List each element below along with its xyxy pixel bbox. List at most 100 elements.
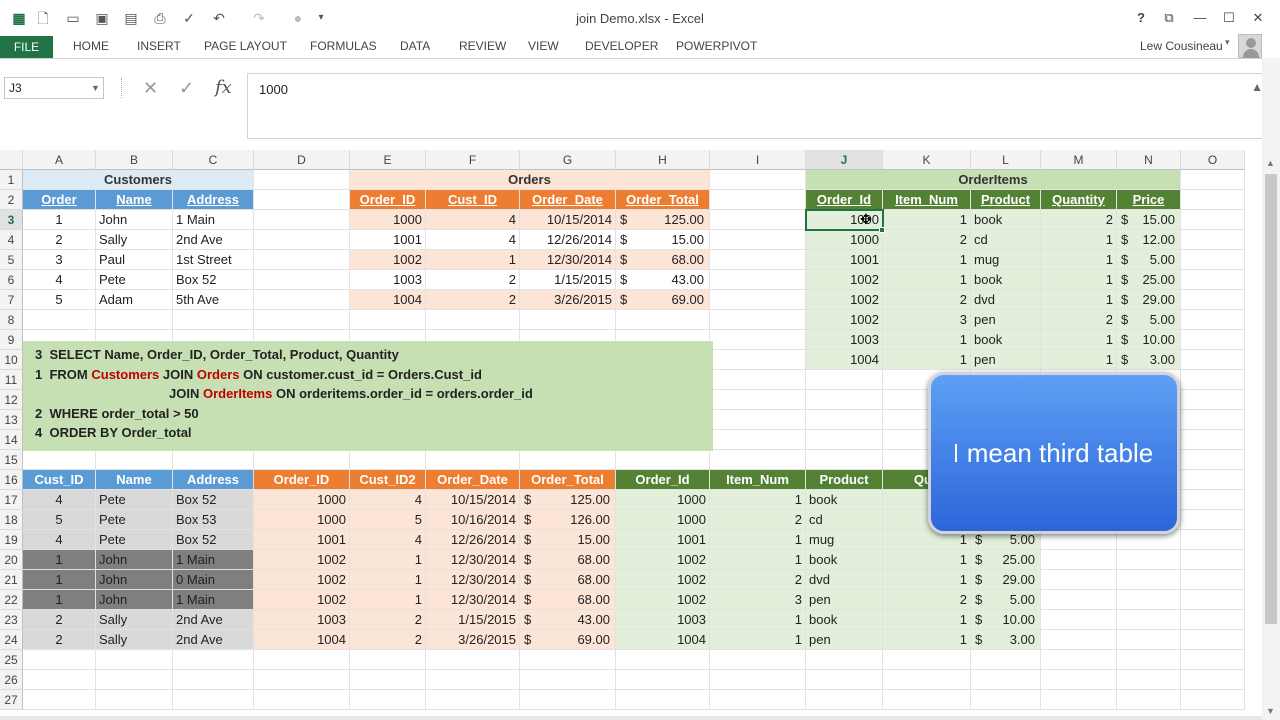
result-address-cell[interactable]: 1 Main [173, 550, 254, 570]
result-custid2-cell[interactable]: 4 [350, 490, 426, 510]
column-header-g[interactable]: G [520, 150, 616, 170]
orderitems-orderid-cell[interactable]: 1001 [806, 250, 883, 270]
result-itemnum-cell[interactable]: 1 [710, 610, 806, 630]
result-orderitem-id-cell[interactable]: 1002 [616, 570, 710, 590]
orderitems-product-cell[interactable]: book [971, 210, 1041, 230]
empty-cell[interactable] [710, 270, 806, 290]
empty-cell[interactable] [23, 310, 96, 330]
orders-id-cell[interactable]: 1004 [350, 290, 426, 310]
column-header-o[interactable]: O [1181, 150, 1245, 170]
empty-cell[interactable] [1181, 610, 1245, 630]
result-quantity-cell[interactable]: 1 [883, 630, 971, 650]
result-date-cell[interactable]: 3/26/2015 [426, 630, 520, 650]
empty-cell[interactable] [96, 650, 173, 670]
row-header-12[interactable]: 12 [0, 390, 23, 410]
customers-name-cell[interactable]: John [96, 210, 173, 230]
result-orderid-cell[interactable]: 1002 [254, 570, 350, 590]
customers-order-cell[interactable]: 2 [23, 230, 96, 250]
orderitems-itemnum-cell[interactable]: 2 [883, 230, 971, 250]
result-date-cell[interactable]: 12/26/2014 [426, 530, 520, 550]
row-header-14[interactable]: 14 [0, 430, 23, 450]
result-orderid-cell[interactable]: 1004 [254, 630, 350, 650]
orderitems-quantity-cell[interactable]: 2 [1041, 310, 1117, 330]
orderitems-product-cell[interactable]: book [971, 270, 1041, 290]
empty-cell[interactable] [254, 690, 350, 710]
row-header-19[interactable]: 19 [0, 530, 23, 550]
empty-cell[interactable] [616, 650, 710, 670]
empty-cell[interactable] [520, 670, 616, 690]
empty-cell[interactable] [710, 430, 806, 450]
result-date-cell[interactable]: 12/30/2014 [426, 590, 520, 610]
result-product-cell[interactable]: mug [806, 530, 883, 550]
empty-cell[interactable] [710, 410, 806, 430]
orderitems-orderid-cell[interactable]: 1003 [806, 330, 883, 350]
orders-id-cell[interactable]: 1002 [350, 250, 426, 270]
empty-cell[interactable] [1117, 650, 1181, 670]
customers-address-cell[interactable]: 1 Main [173, 210, 254, 230]
orderitems-product-cell[interactable]: pen [971, 350, 1041, 370]
empty-cell[interactable] [883, 650, 971, 670]
customers-order-cell[interactable]: 1 [23, 210, 96, 230]
orders-header[interactable]: Order_Date [520, 190, 616, 210]
empty-cell[interactable] [806, 450, 883, 470]
result-custid2-cell[interactable]: 1 [350, 590, 426, 610]
orderitems-quantity-cell[interactable]: 1 [1041, 290, 1117, 310]
customers-name-cell[interactable]: Adam [96, 290, 173, 310]
orders-id-cell[interactable]: 1000 [350, 210, 426, 230]
result-total-cell[interactable]: $43.00 [520, 610, 616, 630]
result-name-cell[interactable]: Pete [96, 510, 173, 530]
empty-cell[interactable] [1041, 650, 1117, 670]
empty-cell[interactable] [1181, 630, 1245, 650]
result-address-cell[interactable]: 0 Main [173, 570, 254, 590]
empty-cell[interactable] [173, 650, 254, 670]
empty-cell[interactable] [23, 650, 96, 670]
column-header-a[interactable]: A [23, 150, 96, 170]
result-header[interactable]: Name [96, 470, 173, 490]
orderitems-price-cell[interactable]: $5.00 [1117, 310, 1181, 330]
tab-data[interactable]: DATA [400, 36, 430, 58]
empty-cell[interactable] [806, 370, 883, 390]
empty-cell[interactable] [254, 190, 350, 210]
empty-cell[interactable] [96, 450, 173, 470]
result-header[interactable]: Order_Id [616, 470, 710, 490]
orderitems-itemnum-cell[interactable]: 1 [883, 250, 971, 270]
row-header-5[interactable]: 5 [0, 250, 23, 270]
result-custid-cell[interactable]: 1 [23, 570, 96, 590]
row-header-24[interactable]: 24 [0, 630, 23, 650]
result-orderid-cell[interactable]: 1000 [254, 510, 350, 530]
empty-cell[interactable] [1041, 570, 1117, 590]
empty-cell[interactable] [426, 690, 520, 710]
column-header-k[interactable]: K [883, 150, 971, 170]
empty-cell[interactable] [254, 450, 350, 470]
orders-title[interactable]: Orders [350, 170, 710, 190]
result-orderitem-id-cell[interactable]: 1000 [616, 490, 710, 510]
empty-cell[interactable] [1181, 270, 1245, 290]
result-address-cell[interactable]: Box 53 [173, 510, 254, 530]
orderitems-quantity-cell[interactable]: 1 [1041, 350, 1117, 370]
customers-address-cell[interactable]: 5th Ave [173, 290, 254, 310]
orders-total-cell[interactable]: $68.00 [616, 250, 710, 270]
empty-cell[interactable] [96, 670, 173, 690]
empty-cell[interactable] [971, 650, 1041, 670]
tab-home[interactable]: HOME [73, 36, 109, 58]
tab-powerpivot[interactable]: POWERPIVOT [676, 36, 757, 58]
row-header-4[interactable]: 4 [0, 230, 23, 250]
result-orderitem-id-cell[interactable]: 1003 [616, 610, 710, 630]
orders-total-cell[interactable]: $125.00 [616, 210, 710, 230]
orderitems-price-cell[interactable]: $29.00 [1117, 290, 1181, 310]
orderitems-itemnum-cell[interactable]: 1 [883, 270, 971, 290]
user-dropdown-icon[interactable]: ▾ [1225, 37, 1230, 48]
result-name-cell[interactable]: John [96, 590, 173, 610]
result-product-cell[interactable]: cd [806, 510, 883, 530]
empty-cell[interactable] [520, 310, 616, 330]
empty-cell[interactable] [426, 450, 520, 470]
result-itemnum-cell[interactable]: 1 [710, 630, 806, 650]
empty-cell[interactable] [254, 250, 350, 270]
result-name-cell[interactable]: Pete [96, 530, 173, 550]
column-header-e[interactable]: E [350, 150, 426, 170]
result-price-cell[interactable]: $29.00 [971, 570, 1041, 590]
customers-address-cell[interactable]: 1st Street [173, 250, 254, 270]
close-button[interactable]: ✕ [1244, 8, 1272, 28]
empty-cell[interactable] [1181, 490, 1245, 510]
result-total-cell[interactable]: $15.00 [520, 530, 616, 550]
